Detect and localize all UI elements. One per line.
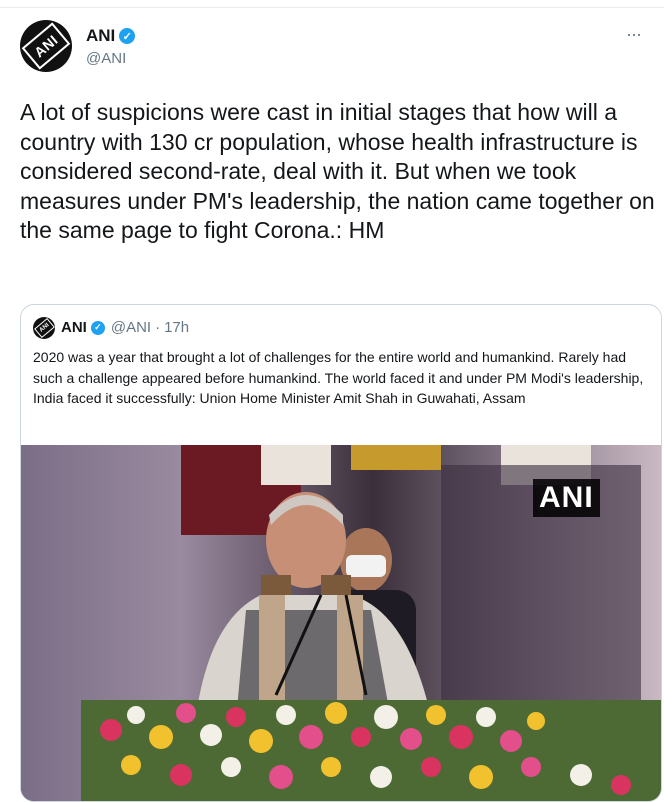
author-avatar[interactable]: ANI xyxy=(20,20,72,72)
quoted-tweet-card[interactable]: ANI ANI ✓ @ANI · 17h 2020 was a year tha… xyxy=(20,304,662,802)
quoted-tweet-header: ANI ✓ @ANI · 17h xyxy=(61,319,189,336)
ani-logo: ANI xyxy=(21,22,71,70)
quoted-author-handle[interactable]: @ANI xyxy=(111,319,151,336)
author-name-row[interactable]: ANI ✓ xyxy=(86,26,136,46)
quoted-tweet-time[interactable]: 17h xyxy=(164,319,189,336)
quoted-author-name[interactable]: ANI xyxy=(61,319,87,336)
quoted-tweet-media[interactable]: ANI xyxy=(21,445,661,801)
tweet-text: A lot of suspicions were cast in initial… xyxy=(20,99,655,243)
author-handle[interactable]: @ANI xyxy=(86,50,126,67)
ani-logo-small: ANI xyxy=(33,317,55,339)
quoted-author-avatar[interactable]: ANI xyxy=(33,317,55,339)
top-divider xyxy=(0,7,664,8)
author-name[interactable]: ANI xyxy=(86,26,115,46)
ani-watermark: ANI xyxy=(533,479,600,517)
verified-badge-icon: ✓ xyxy=(119,28,136,44)
time-separator: · xyxy=(155,319,161,336)
quoted-tweet-text: 2020 was a year that brought a lot of ch… xyxy=(33,349,644,406)
more-dots-icon[interactable]: ··· xyxy=(626,24,642,45)
quoted-verified-badge-icon: ✓ xyxy=(90,320,105,335)
